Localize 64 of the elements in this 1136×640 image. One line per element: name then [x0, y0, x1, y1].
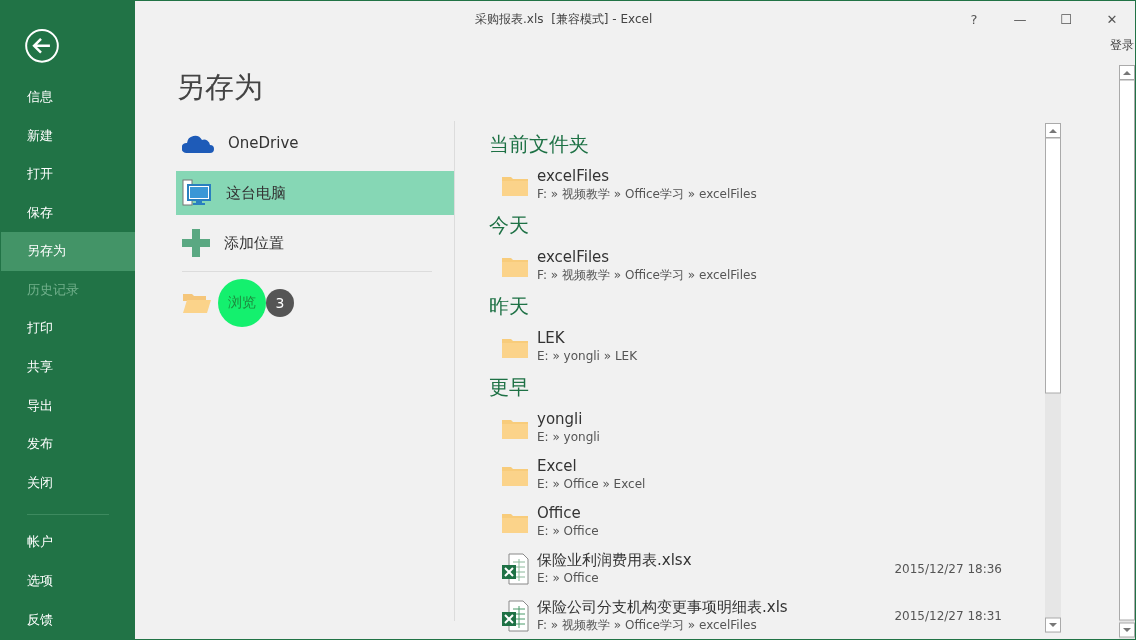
section-heading: 今天	[489, 212, 530, 239]
spreadsheet-icon	[501, 552, 529, 585]
item-path: F: » 视频教学 » Office学习 » excelFiles	[537, 267, 758, 283]
recent-item[interactable]: excelFiles F: » 视频教学 » Office学习 » excelFiles	[489, 242, 1045, 289]
item-name: excelFiles	[537, 167, 611, 186]
location-label: 这台电脑	[226, 183, 286, 203]
sign-in-link[interactable]: 登录	[1110, 37, 1134, 57]
computer-icon	[182, 179, 212, 207]
item-path: F: » 视频教学 » Office学习 » excelFiles	[537, 617, 758, 633]
sidebar-item[interactable]: 共享	[1, 347, 135, 387]
step-badge: 3	[266, 289, 294, 317]
item-name: 保险业利润费用表.xlsx	[537, 551, 693, 570]
location-item[interactable]: 这台电脑	[176, 171, 454, 215]
item-name: 保险公司分支机构变更事项明细表.xls	[537, 598, 789, 617]
item-path: F: » 视频教学 » Office学习 » excelFiles	[537, 186, 758, 202]
window-control[interactable]: ✕	[1089, 3, 1135, 35]
recent-item[interactable]: Excel E: » Office » Excel	[489, 451, 1045, 498]
sidebar-item[interactable]: 信息	[1, 77, 135, 117]
scrollbar[interactable]	[1045, 123, 1061, 633]
item-path: E: » yongli	[537, 429, 601, 445]
page-heading: 另存为	[176, 69, 264, 106]
section-heading: 更早	[489, 374, 530, 401]
window-title: 采购报表.xls [兼容模式] - Excel	[475, 10, 653, 28]
window-control[interactable]: ☐	[1043, 3, 1089, 35]
location-item[interactable]: 添加位置	[176, 221, 454, 265]
modified-date: 2015/12/27 18:36	[894, 561, 1002, 576]
item-path: E: » Office	[537, 523, 600, 539]
plus-icon	[182, 229, 210, 257]
sidebar-item[interactable]: 发布	[1, 424, 135, 464]
location-label: OneDrive	[228, 134, 299, 152]
sidebar-item[interactable]: 打印	[1, 309, 135, 348]
sidebar-item[interactable]: 关闭	[1, 463, 135, 503]
section-heading: 当前文件夹	[489, 131, 590, 158]
item-path: E: » yongli » LEK	[537, 348, 639, 364]
sidebar-item[interactable]: 反馈	[1, 600, 135, 639]
sidebar-item[interactable]: 保存	[1, 193, 135, 232]
item-name: excelFiles	[537, 248, 611, 267]
sidebar-item[interactable]: 另存为	[1, 232, 135, 271]
item-name: Office	[537, 504, 582, 523]
recent-item[interactable]: LEK E: » yongli » LEK	[489, 323, 1045, 370]
scrollbar[interactable]	[1119, 65, 1135, 639]
modified-date: 2015/12/27 18:31	[894, 608, 1002, 623]
section-heading: 昨天	[489, 293, 530, 320]
sidebar-item[interactable]: 选项	[1, 561, 135, 601]
sidebar-item[interactable]: 打开	[1, 154, 135, 194]
open-folder-icon	[182, 292, 212, 314]
sidebar-item[interactable]: 帐户	[1, 523, 135, 562]
window-control[interactable]: —	[997, 3, 1043, 35]
item-name: yongli	[537, 410, 584, 429]
window-control[interactable]: ?	[951, 3, 997, 35]
recent-item[interactable]: 保险业利润费用表.xlsx E: » Office 2015/12/27 18:36	[489, 545, 1045, 592]
location-label: 添加位置	[224, 233, 284, 253]
recent-item[interactable]: 保险公司分支机构变更事项明细表.xls F: » 视频教学 » Office学习 » excelFiles 2015/12/27 18:31	[489, 592, 1045, 639]
location-item[interactable]: OneDrive	[176, 121, 454, 165]
recent-item[interactable]: yongli E: » yongli	[489, 404, 1045, 451]
recent-item[interactable]: Office E: » Office	[489, 498, 1045, 545]
sidebar-item[interactable]: 新建	[1, 116, 135, 155]
item-name: LEK	[537, 329, 566, 348]
spreadsheet-icon	[501, 599, 529, 632]
recent-item[interactable]: excelFiles F: » 视频教学 » Office学习 » excelFiles	[489, 161, 1045, 208]
item-path: E: » Office	[537, 570, 600, 586]
item-path: E: » Office » Excel	[537, 476, 647, 492]
sidebar-item[interactable]: 导出	[1, 386, 135, 425]
item-name: Excel	[537, 457, 578, 476]
